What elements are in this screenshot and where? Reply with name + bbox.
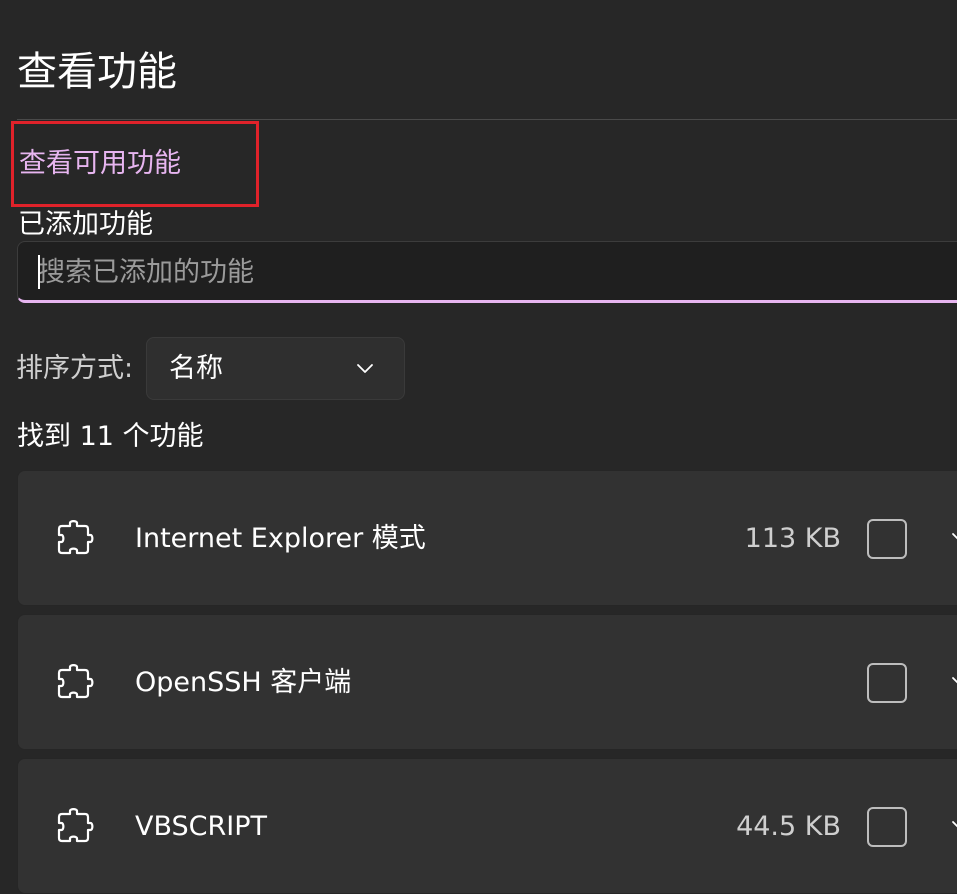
- feature-size: 113 KB: [744, 523, 841, 554]
- feature-checkbox[interactable]: [867, 807, 907, 847]
- chevron-down-icon[interactable]: [948, 669, 957, 693]
- sort-label: 排序方式:: [16, 353, 134, 384]
- chevron-down-icon: [357, 364, 373, 373]
- feature-row[interactable]: Internet Explorer 模式 113 KB: [17, 470, 957, 606]
- chevron-down-icon[interactable]: [948, 525, 957, 549]
- search-box[interactable]: [17, 241, 957, 303]
- page-title: 查看功能: [17, 49, 177, 95]
- view-available-features-link[interactable]: 查看可用功能: [19, 144, 181, 184]
- feature-name: VBSCRIPT: [135, 811, 268, 842]
- search-input[interactable]: [38, 251, 918, 293]
- results-count: 找到 11 个功能: [17, 421, 204, 452]
- sort-dropdown[interactable]: 名称: [146, 337, 405, 400]
- feature-row[interactable]: OpenSSH 客户端: [17, 614, 957, 750]
- feature-name: OpenSSH 客户端: [135, 667, 352, 698]
- feature-size: 44.5 KB: [736, 811, 841, 842]
- puzzle-icon: [57, 664, 94, 699]
- sort-selected-value: 名称: [169, 353, 223, 384]
- feature-checkbox[interactable]: [867, 663, 907, 703]
- feature-name: Internet Explorer 模式: [135, 523, 426, 554]
- puzzle-icon: [57, 808, 94, 843]
- divider: [17, 119, 957, 120]
- puzzle-icon: [57, 520, 94, 555]
- feature-row[interactable]: VBSCRIPT 44.5 KB: [17, 758, 957, 894]
- feature-checkbox[interactable]: [867, 519, 907, 559]
- chevron-down-icon[interactable]: [948, 813, 957, 837]
- added-features-label: 已添加功能: [18, 209, 153, 240]
- text-caret: [38, 255, 40, 289]
